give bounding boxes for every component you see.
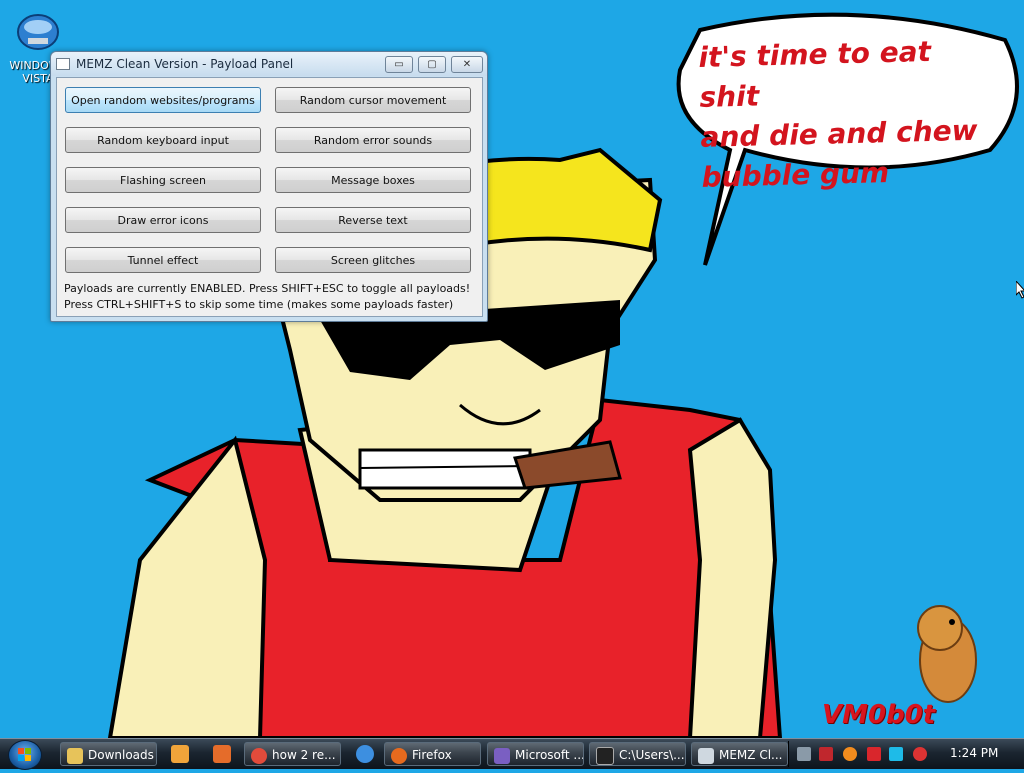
maximize-button[interactable]: ▢ xyxy=(418,56,446,73)
payload-button-keyboard-input[interactable]: Random keyboard input xyxy=(65,127,261,153)
tray-antivirus-icon[interactable] xyxy=(819,747,833,761)
speech-text: it's time to eat shit and die and chew b… xyxy=(698,30,1002,198)
title-bar[interactable]: MEMZ Clean Version - Payload Panel ▭ ▢ ✕ xyxy=(51,52,487,76)
payload-button-flashing-screen[interactable]: Flashing screen xyxy=(65,167,261,193)
start-button[interactable] xyxy=(8,740,42,770)
paint-icon[interactable] xyxy=(213,745,231,763)
memz-icon xyxy=(698,747,714,764)
hint-text: Press CTRL+SHIFT+S to skip some time (ma… xyxy=(64,298,454,311)
taskbar-item-chrome[interactable]: how 2 re... xyxy=(244,742,341,766)
status-text: Payloads are currently ENABLED. Press SH… xyxy=(64,282,471,295)
taskbar-item-label: C:\Users\... xyxy=(619,748,685,762)
chrome-icon xyxy=(251,747,267,764)
tray-flag-icon[interactable] xyxy=(867,747,881,761)
internet-explorer-icon[interactable] xyxy=(356,745,374,763)
payload-button-screen-glitches[interactable]: Screen glitches xyxy=(275,247,471,273)
taskbar-item-label: MEMZ Cl... xyxy=(719,748,783,762)
taskbar: Downloads how 2 re... Firefox Microsoft … xyxy=(0,738,1024,770)
taskbar-item-visual-studio[interactable]: Microsoft ... xyxy=(487,742,584,766)
speech-line: and die and chew xyxy=(700,113,978,154)
windows-logo-icon xyxy=(18,748,31,761)
tray-network-icon[interactable] xyxy=(797,747,811,761)
folder-icon xyxy=(67,747,83,764)
firefox-icon xyxy=(391,747,407,764)
taskbar-item-console[interactable]: C:\Users\... xyxy=(589,742,686,766)
mouse-cursor-icon xyxy=(1016,281,1024,299)
payload-panel: Open random websites/programs Random cur… xyxy=(56,77,483,317)
payload-button-tunnel-effect[interactable]: Tunnel effect xyxy=(65,247,261,273)
payload-button-error-icons[interactable]: Draw error icons xyxy=(65,207,261,233)
payload-button-error-sounds[interactable]: Random error sounds xyxy=(275,127,471,153)
taskbar-item-downloads[interactable]: Downloads xyxy=(60,742,157,766)
window-icon xyxy=(56,58,70,70)
payload-button-cursor-movement[interactable]: Random cursor movement xyxy=(275,87,471,113)
close-button[interactable]: ✕ xyxy=(451,56,483,73)
taskbar-item-label: Downloads xyxy=(88,748,154,762)
visual-studio-icon xyxy=(494,747,510,764)
windows-vista-icon xyxy=(17,14,59,50)
tray-search-icon[interactable] xyxy=(843,747,857,761)
tray-volume-icon[interactable] xyxy=(913,747,927,761)
taskbar-item-label: how 2 re... xyxy=(272,748,336,762)
taskbar-item-memz[interactable]: MEMZ Cl... xyxy=(691,742,788,766)
tray-display-icon[interactable] xyxy=(889,747,903,761)
clock[interactable]: 1:24 PM xyxy=(950,746,998,760)
speech-line: it's time to eat shit xyxy=(698,34,932,114)
taskbar-item-firefox[interactable]: Firefox xyxy=(384,742,481,766)
taskbar-item-label: Microsoft ... xyxy=(515,748,584,762)
payload-button-reverse-text[interactable]: Reverse text xyxy=(275,207,471,233)
media-player-icon[interactable] xyxy=(171,745,189,763)
watermark: VM0b0t xyxy=(822,700,936,730)
console-icon xyxy=(596,746,614,765)
speech-line: bubble gum xyxy=(701,156,890,194)
minimize-button[interactable]: ▭ xyxy=(385,56,413,73)
taskbar-item-label: Firefox xyxy=(412,748,452,762)
payload-button-message-boxes[interactable]: Message boxes xyxy=(275,167,471,193)
payload-button-open-websites[interactable]: Open random websites/programs xyxy=(65,87,261,113)
payload-panel-window: MEMZ Clean Version - Payload Panel ▭ ▢ ✕… xyxy=(50,51,488,322)
window-title: MEMZ Clean Version - Payload Panel xyxy=(76,57,294,71)
